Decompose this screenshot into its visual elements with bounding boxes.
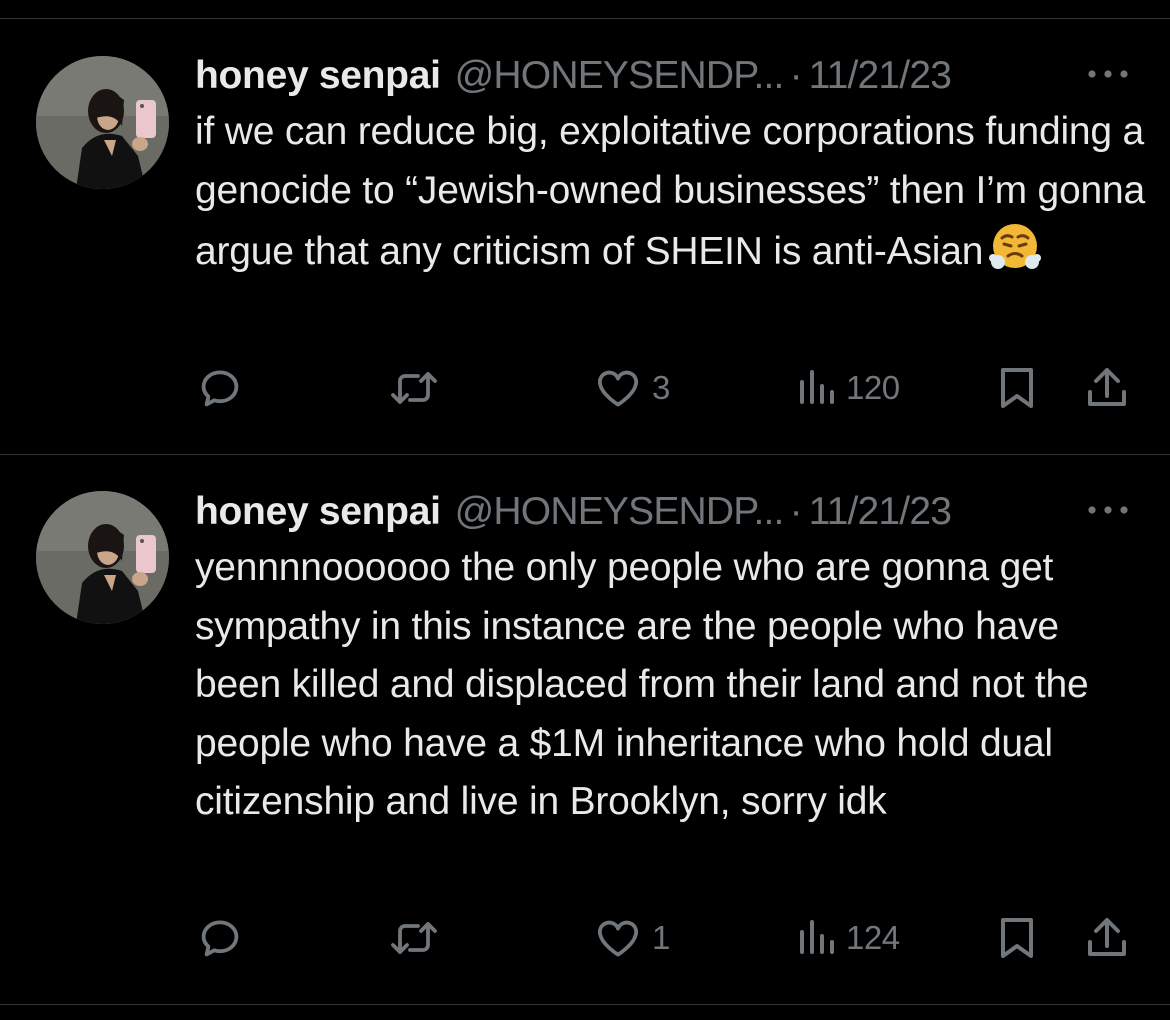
- reply-button[interactable]: [196, 358, 244, 418]
- share-icon: [1088, 368, 1126, 406]
- tweet[interactable]: honey senpai @HONEYSENDP... · 11/21/23 i…: [0, 50, 1170, 450]
- tweet-divider: [0, 454, 1170, 455]
- tweet-actions: 3 120: [0, 358, 1170, 418]
- more-options-icon[interactable]: [1084, 62, 1132, 86]
- views-chart-icon: [800, 920, 834, 954]
- reply-icon: [201, 370, 239, 407]
- tweet-header: honey senpai @HONEYSENDP... · 11/21/23: [195, 486, 952, 538]
- tweet[interactable]: honey senpai @HONEYSENDP... · 11/21/23 y…: [0, 486, 1170, 996]
- views-button[interactable]: 120: [796, 358, 900, 418]
- tweet-text: yennnnoooooo the only people who are gon…: [195, 539, 1145, 832]
- share-button[interactable]: [1084, 908, 1130, 968]
- view-count: 120: [846, 369, 900, 406]
- tweet-date[interactable]: 11/21/23: [809, 50, 952, 102]
- reply-button[interactable]: [196, 908, 244, 968]
- separator-dot: ·: [789, 54, 803, 97]
- heart-icon: [597, 370, 639, 407]
- tweet-header: honey senpai @HONEYSENDP... · 11/21/23: [195, 50, 952, 102]
- views-chart-icon: [800, 370, 834, 404]
- author-handle[interactable]: @HONEYSENDP...: [455, 50, 785, 102]
- author-name[interactable]: honey senpai: [195, 486, 441, 538]
- bookmark-button[interactable]: [996, 358, 1038, 418]
- like-button[interactable]: 1: [594, 908, 670, 968]
- bookmark-icon: [1001, 368, 1033, 408]
- retweet-icon: [391, 372, 437, 404]
- bookmark-button[interactable]: [996, 908, 1038, 968]
- avatar[interactable]: [36, 491, 169, 624]
- tweet-text: if we can reduce big, exploitative corpo…: [195, 103, 1145, 290]
- retweet-button[interactable]: [386, 358, 442, 418]
- separator-dot: ·: [789, 490, 803, 533]
- share-icon: [1088, 918, 1126, 956]
- views-button[interactable]: 124: [796, 908, 900, 968]
- bookmark-icon: [1001, 918, 1033, 958]
- heart-icon: [597, 920, 639, 957]
- view-count: 124: [846, 919, 900, 956]
- bottom-divider: [0, 1004, 1170, 1005]
- share-button[interactable]: [1084, 358, 1130, 418]
- author-name[interactable]: honey senpai: [195, 50, 441, 102]
- steam-face-emoji-icon: [989, 220, 1042, 290]
- author-handle[interactable]: @HONEYSENDP...: [455, 486, 785, 538]
- like-count: 3: [652, 369, 670, 406]
- like-count: 1: [652, 919, 670, 956]
- more-options-icon[interactable]: [1084, 498, 1132, 522]
- retweet-button[interactable]: [386, 908, 442, 968]
- reply-icon: [201, 920, 239, 957]
- avatar[interactable]: [36, 56, 169, 189]
- tweet-actions: 1 124: [0, 908, 1170, 968]
- tweet-date[interactable]: 11/21/23: [809, 486, 952, 538]
- tweet-text-content: yennnnoooooo the only people who are gon…: [195, 546, 1089, 823]
- top-divider: [0, 18, 1170, 19]
- like-button[interactable]: 3: [594, 358, 670, 418]
- retweet-icon: [391, 922, 437, 954]
